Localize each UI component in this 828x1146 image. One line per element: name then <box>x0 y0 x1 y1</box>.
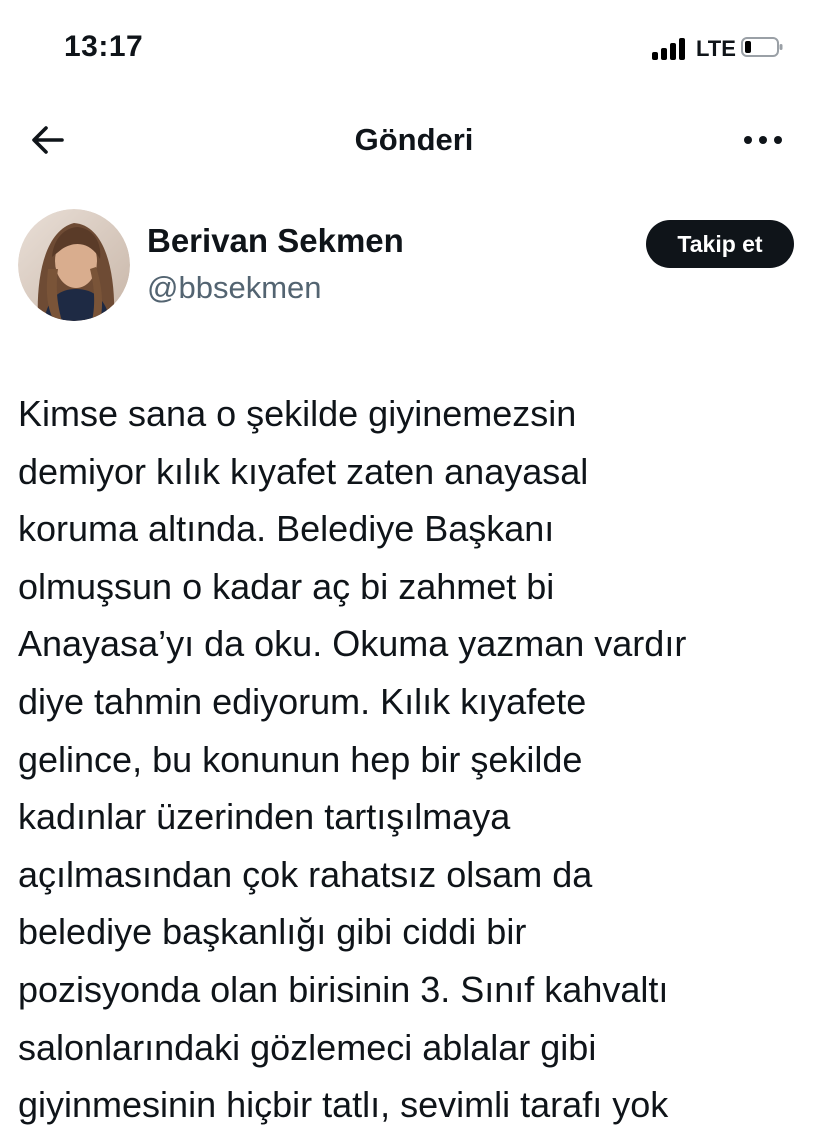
network-type: LTE <box>696 36 736 61</box>
post-text-line: Anayasa’yı da oku. Okuma yazman vardır <box>18 623 687 665</box>
post-body: Kimse sana o şekilde giyinemezsin demiyo… <box>18 385 818 1134</box>
post-text-line: olmuşsun o kadar aç bi zahmet bi <box>18 565 555 607</box>
post-text-line: Kimse sana o şekilde giyinemezsin <box>18 393 577 434</box>
author-handle[interactable]: @bbsekmen <box>147 270 322 306</box>
post-text-line: diye tahmin ediyorum. Kılık kıyafete <box>18 680 587 722</box>
post-text-line: belediye başkanlığı gibi ciddi bir <box>18 911 527 953</box>
post-text-line: gelince, bu konunun hep bir şekilde <box>18 738 583 780</box>
post-text-line: demiyor kılık kıyafet zaten anayasal <box>18 450 589 492</box>
signal-strength-icon <box>652 38 692 60</box>
post-text-line: koruma altında. Belediye Başkanı <box>18 508 555 550</box>
battery-icon <box>741 37 783 57</box>
status-time: 13:17 <box>64 30 144 63</box>
post-screen: 13:17 LTE Gönderi Berivan Sekmen @bbsekm… <box>0 0 828 1146</box>
more-horizontal-icon[interactable] <box>742 126 784 154</box>
avatar[interactable] <box>18 209 130 321</box>
post-text-line: giyinmesinin hiçbir tatlı, sevimli taraf… <box>18 1084 669 1126</box>
author-display-name[interactable]: Berivan Sekmen <box>147 222 404 260</box>
post-text-line: salonlarındaki gözlemeci ablalar gibi <box>18 1026 597 1068</box>
post-text-line: açılmasından çok rahatsız olsam da <box>18 853 593 895</box>
status-bar: 13:17 LTE <box>0 0 828 100</box>
post-text-line: pozisyonda olan birisinin 3. Sınıf kahva… <box>18 968 669 1010</box>
page-title: Gönderi <box>354 122 474 157</box>
post-header: Gönderi <box>0 100 828 180</box>
post-text-line: kadınlar üzerinden tartışılmaya <box>18 796 511 838</box>
follow-button[interactable]: Takip et <box>646 220 794 268</box>
